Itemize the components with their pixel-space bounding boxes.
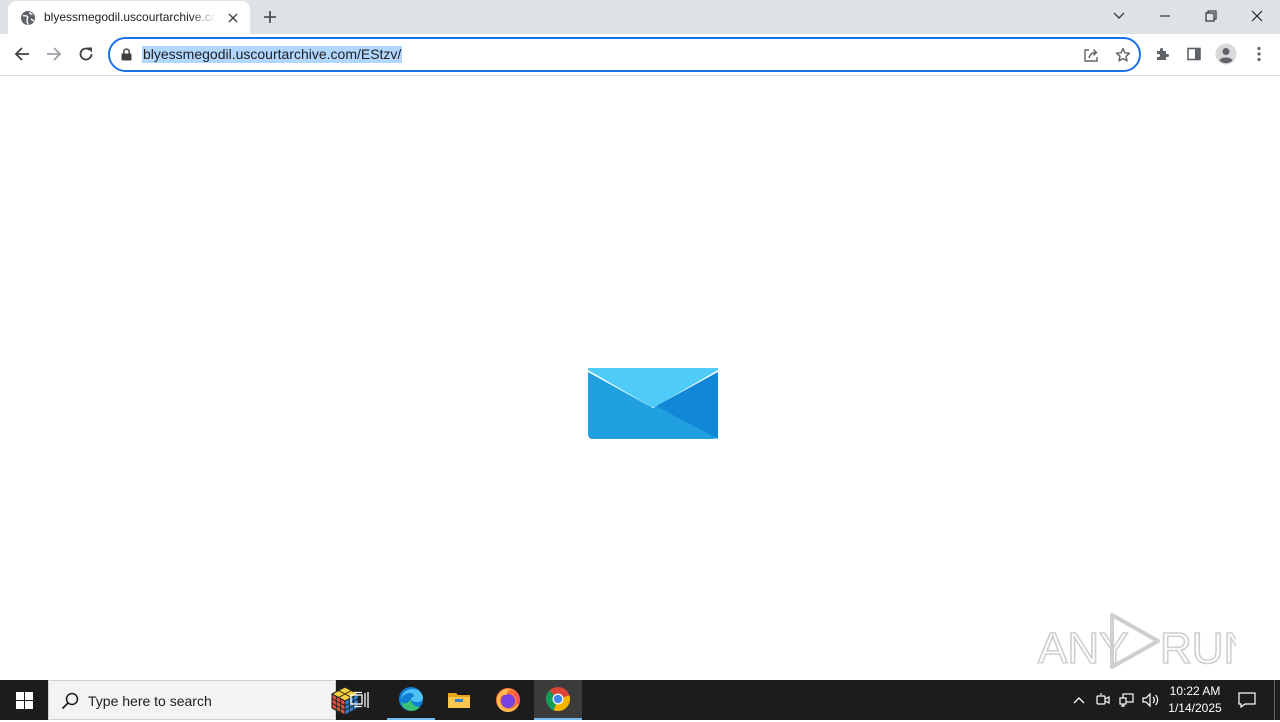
- chrome-icon[interactable]: [534, 680, 582, 720]
- edge-icon[interactable]: [387, 680, 435, 720]
- task-view-icon[interactable]: [336, 680, 384, 720]
- tab-title: blyessmegodil.uscourtarchive.com/EStzv/: [44, 10, 216, 24]
- watermark-run-text: RUN: [1160, 624, 1236, 673]
- network-icon[interactable]: [1116, 680, 1138, 720]
- share-icon[interactable]: [1080, 44, 1102, 66]
- lock-icon[interactable]: [121, 48, 132, 66]
- windows-logo-icon: [15, 691, 33, 709]
- show-hidden-icons-chevron-icon[interactable]: [1068, 680, 1090, 720]
- system-clock[interactable]: 10:22 AM 1/14/2025: [1162, 683, 1228, 717]
- browser-toolbar: blyessmegodil.uscourtarchive.com/EStzv/: [0, 34, 1280, 76]
- restore-button[interactable]: [1188, 0, 1234, 32]
- close-tab-icon[interactable]: [224, 9, 242, 27]
- clock-date: 1/14/2025: [1168, 701, 1222, 715]
- menu-kebab-icon[interactable]: [1244, 39, 1274, 69]
- extensions-icon[interactable]: [1147, 39, 1177, 69]
- search-placeholder: Type here to search: [88, 693, 212, 709]
- browser-tab[interactable]: blyessmegodil.uscourtarchive.com/EStzv/: [8, 1, 250, 34]
- back-button[interactable]: [7, 39, 37, 69]
- tab-strip: blyessmegodil.uscourtarchive.com/EStzv/: [0, 0, 1280, 34]
- forward-button[interactable]: [39, 39, 69, 69]
- bookmark-star-icon[interactable]: [1112, 44, 1134, 66]
- clock-time: 10:22 AM: [1169, 684, 1221, 698]
- minimize-button[interactable]: [1142, 0, 1188, 32]
- taskbar: Type here to search 10:22 AM 1/14/2025: [0, 680, 1280, 720]
- taskbar-search-box[interactable]: Type here to search: [48, 680, 359, 720]
- url-text[interactable]: blyessmegodil.uscourtarchive.com/EStzv/: [142, 46, 403, 63]
- side-panel-icon[interactable]: [1179, 39, 1209, 69]
- meet-now-icon[interactable]: [1092, 680, 1114, 720]
- reload-button[interactable]: [71, 39, 101, 69]
- address-bar[interactable]: blyessmegodil.uscourtarchive.com/EStzv/: [108, 37, 1141, 72]
- firefox-icon[interactable]: [484, 680, 532, 720]
- envelope-icon: [588, 368, 718, 444]
- search-icon: [61, 692, 79, 715]
- volume-icon[interactable]: [1140, 680, 1162, 720]
- globe-icon: [20, 10, 36, 26]
- file-explorer-icon[interactable]: [435, 680, 483, 720]
- notification-center-icon[interactable]: [1232, 680, 1262, 720]
- close-window-button[interactable]: [1234, 0, 1280, 32]
- windows-start-button[interactable]: [0, 680, 48, 720]
- show-desktop-button[interactable]: [1274, 680, 1280, 720]
- anyrun-watermark: ANY RUN: [1036, 607, 1256, 678]
- page-content: ANY RUN: [0, 77, 1280, 680]
- new-tab-button[interactable]: [258, 5, 282, 29]
- tab-search-button[interactable]: [1096, 0, 1142, 32]
- profile-avatar-icon[interactable]: [1211, 39, 1241, 69]
